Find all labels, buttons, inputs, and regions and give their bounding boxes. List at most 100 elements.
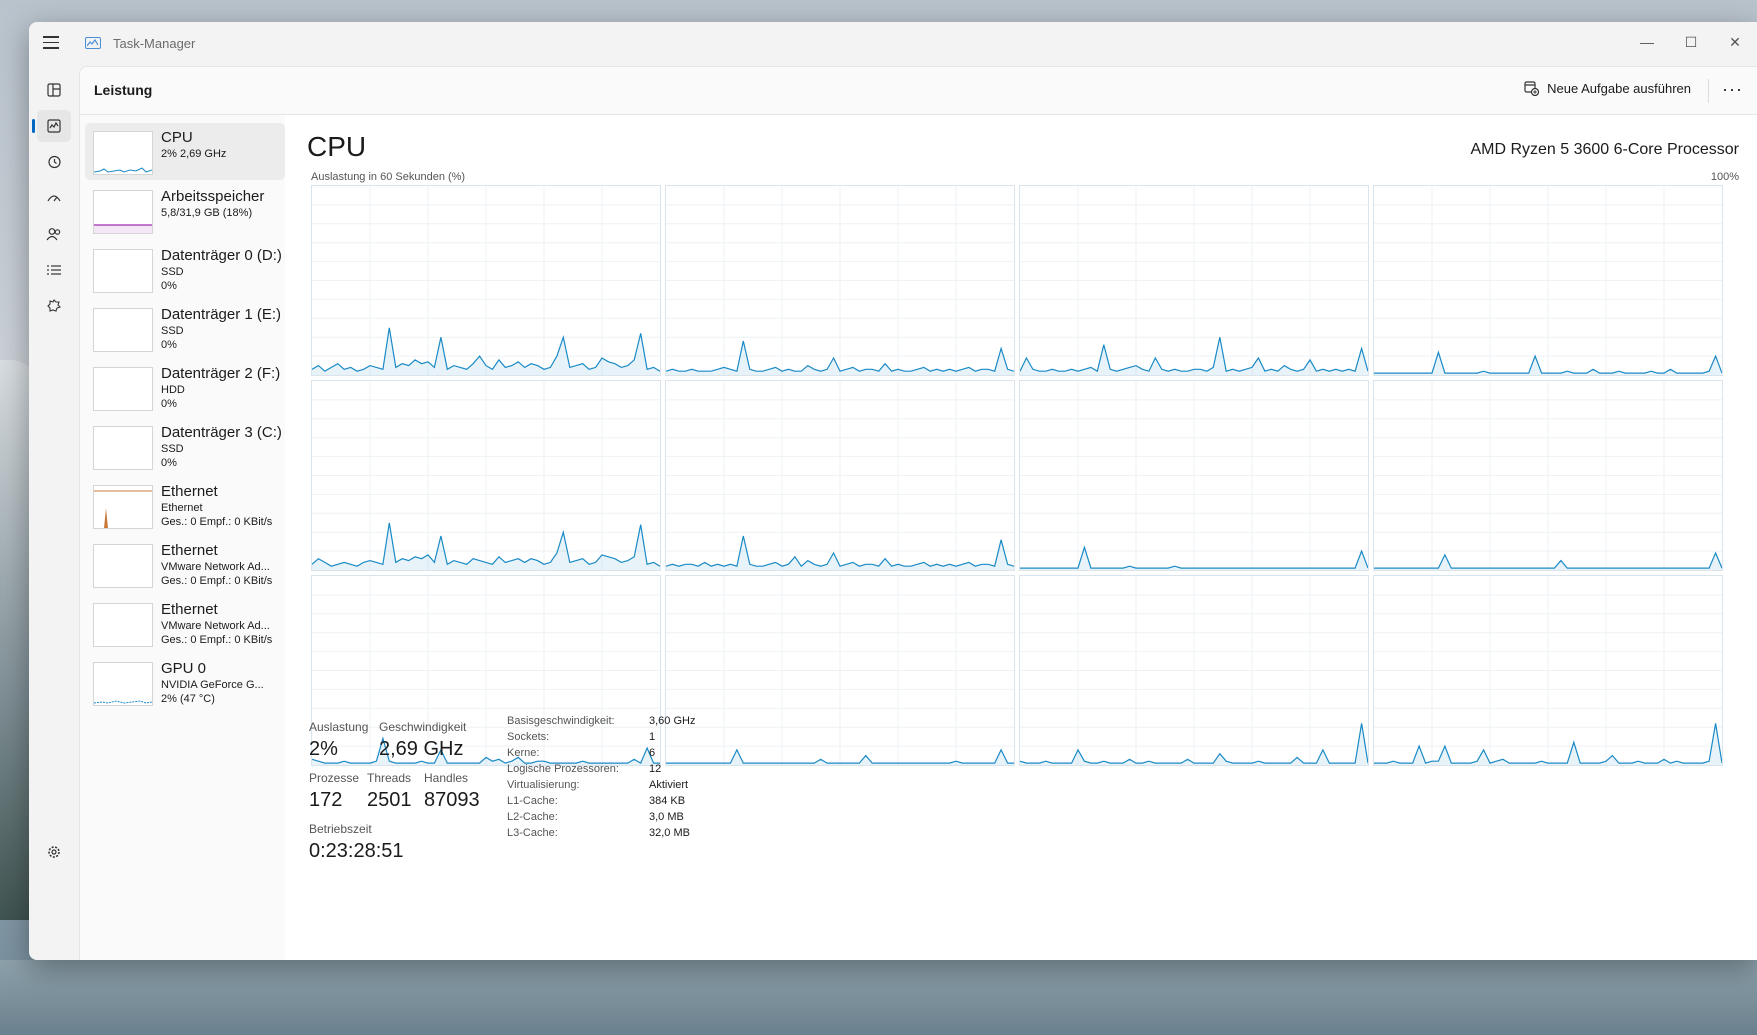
detail-key: Sockets:	[507, 731, 550, 743]
sidebar-item-title: Datenträger 2 (F:)	[161, 365, 281, 382]
sidebar-item-detail: 2% (47 °C)	[161, 693, 215, 705]
title-bar: Task-Manager — ☐ ✕	[29, 22, 1757, 66]
sidebar-item-detail: HDD	[161, 384, 185, 396]
sidebar-item-title: Datenträger 0 (D:)	[161, 247, 282, 264]
core-graph-svg	[1020, 381, 1369, 570]
sidebar-item[interactable]: Arbeitsspeicher 5,8/31,9 GB (18%)	[85, 182, 285, 239]
detail-value: 1	[649, 731, 656, 743]
core-graph-svg	[665, 186, 1015, 375]
betriebszeit-value: 0:23:28:51	[309, 840, 404, 862]
core-graph-svg	[666, 576, 1014, 765]
new-task-icon	[1524, 81, 1540, 96]
util-label: Auslastung in 60 Sekunden (%)	[311, 171, 466, 183]
resource-sidebar: CPU 2% 2,69 GHz Arbeitsspeicher 5,8/31,9 GB…	[80, 115, 285, 960]
new-task-button[interactable]: Neue Aufgabe ausführen	[1524, 81, 1691, 96]
sidebar-item-title: Ethernet	[161, 542, 218, 559]
sidebar-item[interactable]: Ethernet Ethernet Ges.: 0 Empf.: 0 KBit/s	[85, 477, 285, 534]
threads-label: Threads	[367, 771, 412, 785]
core-graph-svg	[1374, 186, 1723, 375]
close-button[interactable]: ✕	[1715, 30, 1755, 54]
content-area: Leistung Neue Aufgabe ausführen ··· CPU 2…	[79, 66, 1757, 960]
sidebar-item[interactable]: Ethernet VMware Network Ad... Ges.: 0 Empf…	[85, 595, 285, 652]
sidebar-item-detail: 2% 2,69 GHz	[161, 148, 227, 160]
core-graph	[665, 380, 1015, 571]
core-graph-svg	[1019, 186, 1369, 375]
detail-value: 6	[649, 747, 656, 759]
sidebar-item-detail: SSD	[161, 325, 184, 337]
sidebar-thumbnail	[93, 485, 153, 529]
page-title: Leistung	[94, 82, 153, 98]
detail-value: 3,60 GHz	[649, 715, 696, 727]
sidebar-thumbnail	[93, 190, 153, 234]
services-icon[interactable]	[37, 290, 71, 322]
detail-key: L3-Cache:	[507, 827, 558, 839]
sidebar-item[interactable]: Ethernet VMware Network Ad... Ges.: 0 Empf…	[85, 536, 285, 593]
maximize-button[interactable]: ☐	[1671, 30, 1711, 54]
core-graph	[1373, 575, 1723, 766]
core-graph	[665, 575, 1015, 766]
sidebar-item-detail: Ges.: 0 Empf.: 0 KBit/s	[161, 575, 273, 587]
sidebar-item[interactable]: GPU 0 NVIDIA GeForce G... 2% (47 °C)	[85, 654, 285, 711]
auslastung-label: Auslastung	[309, 720, 369, 734]
core-graph	[1019, 575, 1369, 766]
details-icon[interactable]	[37, 254, 71, 286]
detail-key: Basisgeschwindigkeit:	[507, 715, 615, 727]
sidebar-item-detail: VMware Network Ad...	[161, 620, 270, 632]
menu-icon[interactable]	[43, 36, 59, 50]
threads-value: 2501	[367, 789, 412, 811]
sidebar-item[interactable]: Datenträger 1 (E:) SSD 0%	[85, 300, 285, 357]
history-icon[interactable]	[37, 146, 71, 178]
sidebar-item[interactable]: CPU 2% 2,69 GHz	[85, 123, 285, 180]
core-graph	[311, 575, 661, 766]
app-title: Task-Manager	[113, 36, 196, 51]
sidebar-item[interactable]: Datenträger 0 (D:) SSD 0%	[85, 241, 285, 298]
processes-icon[interactable]	[37, 74, 71, 106]
sidebar-item-title: GPU 0	[161, 660, 207, 677]
core-graph-svg	[1374, 381, 1723, 570]
cpu-core-graphs	[311, 185, 1725, 766]
core-graph	[311, 380, 661, 571]
new-task-label: Neue Aufgabe ausführen	[1547, 81, 1691, 96]
core-graph	[665, 185, 1015, 376]
sidebar-thumbnail	[93, 249, 153, 293]
sidebar-thumbnail	[93, 544, 153, 588]
sidebar-thumbnail	[93, 308, 153, 352]
task-manager-window: Task-Manager — ☐ ✕ Leistung Neue Aufgabe…	[29, 22, 1757, 960]
detail-value: 384 KB	[649, 795, 686, 807]
performance-icon[interactable]	[32, 110, 71, 142]
users-icon[interactable]	[37, 218, 71, 250]
sidebar-item-detail: SSD	[161, 443, 184, 455]
core-graph-svg	[311, 186, 661, 375]
sidebar-item-detail: 0%	[161, 457, 177, 469]
core-graph-svg	[311, 381, 661, 570]
detail-key: Kerne:	[507, 747, 540, 759]
cpu-model: AMD Ryzen 5 3600 6-Core Processor	[1470, 141, 1739, 158]
minimize-button[interactable]: —	[1627, 30, 1667, 54]
nav-rail	[29, 66, 79, 960]
auslastung-value: 2%	[309, 738, 338, 760]
startup-icon[interactable]	[37, 182, 71, 214]
settings-icon[interactable]	[37, 836, 71, 868]
sidebar-item-title: Ethernet	[161, 601, 218, 618]
sidebar-item-detail: 0%	[161, 339, 177, 351]
handles-label: Handles	[424, 771, 469, 785]
sidebar-thumbnail	[93, 367, 153, 411]
sidebar-item[interactable]: Datenträger 2 (F:) HDD 0%	[85, 359, 285, 416]
core-graph-svg	[311, 576, 660, 765]
sidebar-item-title: Arbeitsspeicher	[161, 188, 265, 205]
sidebar-item-detail: SSD	[161, 266, 184, 278]
app-icon	[85, 37, 101, 49]
sidebar-item-detail: Ges.: 0 Empf.: 0 KBit/s	[161, 516, 273, 528]
betriebszeit-label: Betriebszeit	[309, 822, 372, 836]
detail-value: 32,0 MB	[649, 827, 690, 839]
sidebar-item-detail: 0%	[161, 398, 177, 410]
core-graph-svg	[665, 381, 1015, 570]
sidebar-thumbnail	[93, 662, 153, 706]
more-options-button[interactable]: ···	[1722, 79, 1743, 100]
sidebar-item-title: Datenträger 1 (E:)	[161, 306, 282, 323]
sidebar-item-title: Datenträger 3 (C:)	[161, 424, 282, 441]
sidebar-item-detail: Ges.: 0 Empf.: 0 KBit/s	[161, 634, 273, 646]
sidebar-item[interactable]: Datenträger 3 (C:) SSD 0%	[85, 418, 285, 475]
sidebar-item-detail: 0%	[161, 280, 177, 292]
geschwindigkeit-label: Geschwindigkeit	[379, 720, 467, 734]
